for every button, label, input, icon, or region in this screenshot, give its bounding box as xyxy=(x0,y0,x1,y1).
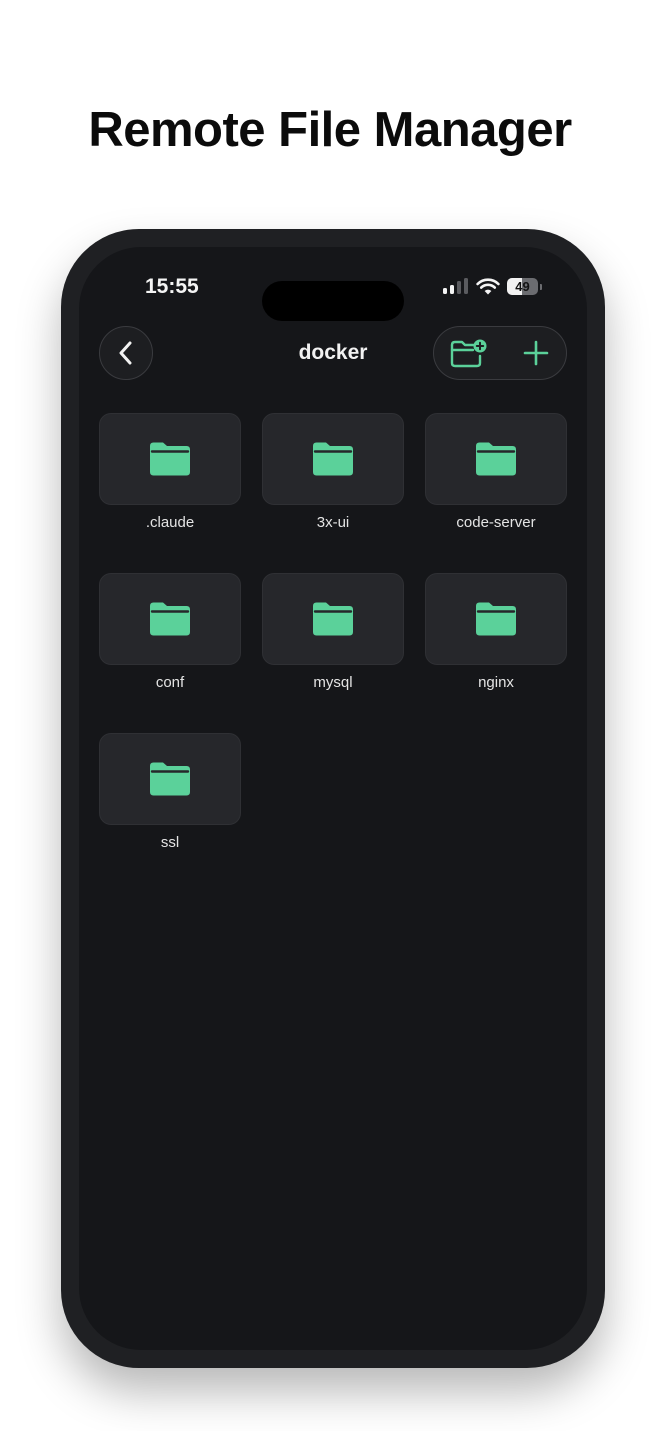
app-screen: 15:55 49 docker .claude 3x-ui code-serve… xyxy=(79,247,587,1350)
folder-name: code-server xyxy=(456,514,536,531)
folder-grid: .claude 3x-ui code-server conf mysql ngi… xyxy=(99,413,567,851)
back-button[interactable] xyxy=(99,326,153,380)
folder-name: conf xyxy=(155,674,185,691)
folder-name: nginx xyxy=(478,674,514,691)
folder-item-3[interactable]: conf xyxy=(99,573,241,691)
toolbar-actions xyxy=(433,326,567,380)
folder-icon xyxy=(150,442,190,476)
folder-tile[interactable] xyxy=(262,573,404,665)
folder-item-4[interactable]: mysql xyxy=(262,573,404,691)
folder-name: mysql xyxy=(313,674,353,691)
dynamic-island xyxy=(262,281,404,321)
chevron-left-icon xyxy=(119,341,132,365)
folder-plus-icon xyxy=(450,339,487,368)
folder-icon xyxy=(313,602,353,636)
wifi-icon xyxy=(476,278,500,295)
folder-tile[interactable] xyxy=(99,733,241,825)
status-time: 15:55 xyxy=(145,275,199,298)
folder-icon xyxy=(476,442,516,476)
page-headline: Remote File Manager xyxy=(88,103,572,157)
folder-tile[interactable] xyxy=(262,413,404,505)
battery-level: 49 xyxy=(515,279,530,294)
folder-icon xyxy=(476,602,516,636)
battery-cap xyxy=(540,284,542,290)
plus-icon xyxy=(523,340,549,366)
folder-item-2[interactable]: code-server xyxy=(425,413,567,531)
folder-icon xyxy=(150,602,190,636)
new-folder-button[interactable] xyxy=(436,327,500,379)
add-button[interactable] xyxy=(504,327,568,379)
folder-item-5[interactable]: nginx xyxy=(425,573,567,691)
folder-name: .claude xyxy=(145,514,195,531)
folder-icon xyxy=(150,762,190,796)
folder-tile[interactable] xyxy=(99,573,241,665)
folder-item-6[interactable]: ssl xyxy=(99,733,241,851)
folder-tile[interactable] xyxy=(99,413,241,505)
folder-tile[interactable] xyxy=(425,573,567,665)
folder-icon xyxy=(313,442,353,476)
folder-title: docker xyxy=(298,341,368,364)
folder-item-0[interactable]: .claude xyxy=(99,413,241,531)
phone-frame: 15:55 49 docker .claude 3x-ui code-serve… xyxy=(61,229,605,1368)
folder-name: ssl xyxy=(160,834,180,851)
battery-icon: 49 xyxy=(507,278,538,295)
folder-name: 3x-ui xyxy=(316,514,350,531)
folder-tile[interactable] xyxy=(425,413,567,505)
status-indicators: 49 xyxy=(443,276,543,298)
cellular-signal-icon xyxy=(443,278,469,294)
folder-item-1[interactable]: 3x-ui xyxy=(262,413,404,531)
